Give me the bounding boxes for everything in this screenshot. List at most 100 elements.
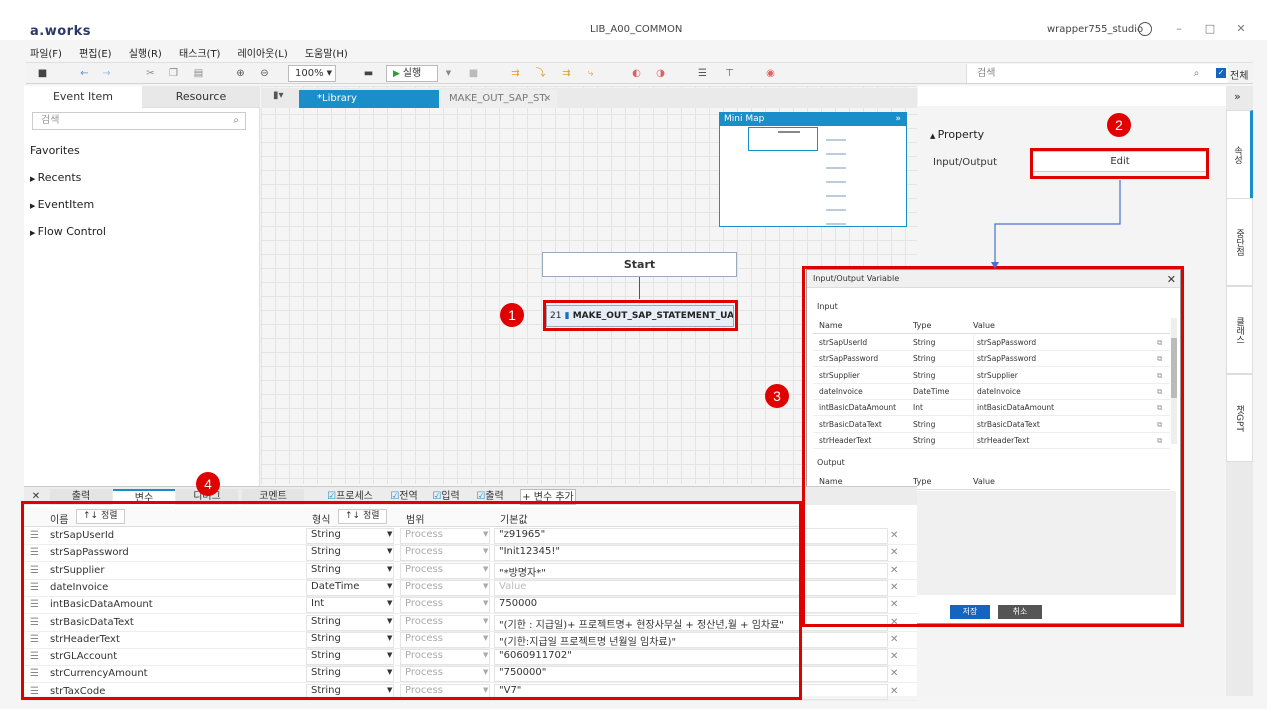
variable-default-value[interactable]: "6060911702" <box>494 649 888 666</box>
variable-name[interactable]: strCurrencyAmount <box>50 668 148 679</box>
drag-handle-icon[interactable]: ☰ <box>30 686 39 697</box>
input-row[interactable]: intBasicDataAmount Int intBasicDataAmount ⧉ <box>813 400 1170 417</box>
tab-output[interactable]: 출력 <box>50 489 112 505</box>
input-row-value[interactable]: strSapPassword <box>973 335 1153 351</box>
clear-breakpoint-icon[interactable]: ◑ <box>654 67 667 80</box>
variable-default-value[interactable]: "V7" <box>494 683 888 700</box>
variable-type-select[interactable]: String ▼ <box>306 528 394 544</box>
variable-default-value[interactable]: "(기한:지급일 프로젝트명 년월일 임차료)" <box>494 631 888 648</box>
property-header[interactable]: ▲ Property <box>930 128 984 141</box>
variable-type-select[interactable]: String ▼ <box>306 545 394 562</box>
align-top-icon[interactable]: ⊤ <box>723 67 736 80</box>
variable-scope-select[interactable]: Process ▼ <box>400 545 490 562</box>
open-editor-icon[interactable]: ⧉ <box>1157 433 1162 449</box>
drag-handle-icon[interactable]: ☰ <box>30 617 39 628</box>
delete-icon[interactable]: ✕ <box>890 582 898 593</box>
check-input[interactable]: ☑입력 <box>428 489 464 505</box>
vtab-chatgpt[interactable]: 챗GPT <box>1226 374 1253 462</box>
variable-scope-select[interactable]: Process ▼ <box>400 528 490 544</box>
drag-handle-icon[interactable]: ☰ <box>30 530 39 541</box>
zoom-out-icon[interactable]: ⊖ <box>258 67 271 80</box>
drag-handle-icon[interactable]: ☰ <box>30 599 39 610</box>
user-avatar-icon[interactable] <box>1138 22 1152 36</box>
delete-icon[interactable]: ✕ <box>890 651 898 662</box>
input-row[interactable]: strHeaderText String strHeaderText ⧉ <box>813 432 1170 449</box>
tree-eventitem[interactable]: ▶ EventItem <box>30 198 94 211</box>
input-row[interactable]: strSupplier String strSupplier ⧉ <box>813 367 1170 384</box>
drag-handle-icon[interactable]: ☰ <box>30 582 39 593</box>
variable-row[interactable]: ☰ strSapPassword String ▼ Process ▼ "Init12345… <box>24 545 917 563</box>
step-back-icon[interactable]: ⤷ <box>584 67 597 80</box>
tab-variables[interactable]: 변수 <box>113 489 175 505</box>
variable-name[interactable]: intBasicDataAmount <box>50 599 153 610</box>
zoom-select[interactable]: 100% ▼ <box>288 65 336 82</box>
variable-name[interactable]: strSupplier <box>50 565 104 576</box>
vtab-property[interactable]: 속성 <box>1226 110 1253 200</box>
variable-type-select[interactable]: String ▼ <box>306 614 394 631</box>
cancel-button[interactable]: 취소 <box>998 605 1042 619</box>
variable-scope-select[interactable]: Process ▼ <box>400 649 490 666</box>
record-icon[interactable]: ◉ <box>764 67 777 80</box>
variable-name[interactable]: strHeaderText <box>50 634 120 645</box>
document-icon[interactable]: ▮▾ <box>273 90 284 101</box>
run-dropdown-icon[interactable]: ▼ <box>442 67 455 80</box>
variable-row[interactable]: ☰ strSapUserId String ▼ Process ▼ "z91965" ✕ <box>24 528 917 545</box>
paste-icon[interactable]: ▤ <box>192 67 205 80</box>
sort-name-button[interactable]: ↑↓ 정렬 <box>76 509 125 524</box>
process-node[interactable]: 21 ▮ MAKE_OUT_SAP_STATEMENT_UAH <box>546 305 734 327</box>
check-global[interactable]: ☑전역 <box>386 489 422 505</box>
copy-icon[interactable]: ❐ <box>167 67 180 80</box>
close-tab-icon[interactable]: ✕ <box>543 90 551 108</box>
variable-type-select[interactable]: Int ▼ <box>306 597 394 614</box>
back-arrow-icon[interactable]: ← <box>78 67 91 80</box>
search-icon[interactable]: ⌕ <box>1190 67 1203 80</box>
input-row-value[interactable]: strHeaderText <box>973 432 1153 449</box>
variable-row[interactable]: ☰ strCurrencyAmount String ▼ Process ▼ "750000… <box>24 666 917 684</box>
sort-type-button[interactable]: ↑↓ 정렬 <box>338 509 387 524</box>
drag-handle-icon[interactable]: ☰ <box>30 634 39 645</box>
variable-name[interactable]: strSapUserId <box>50 530 114 541</box>
open-editor-icon[interactable]: ⧉ <box>1157 417 1162 433</box>
variable-row[interactable]: ☰ strBasicDataText String ▼ Process ▼ "(기한 : 지… <box>24 614 917 632</box>
tab-make-out-sap[interactable]: MAKE_OUT_SAP_ST. ✕ <box>441 90 557 108</box>
drag-handle-icon[interactable]: ☰ <box>30 668 39 679</box>
variable-row[interactable]: ☰ strGLAccount String ▼ Process ▼ "6060911702"… <box>24 649 917 667</box>
drag-handle-icon[interactable]: ☰ <box>30 547 39 558</box>
variable-type-select[interactable]: String ▼ <box>306 631 394 648</box>
variable-default-value[interactable]: "z91965" <box>494 528 888 544</box>
vtab-breakpoint[interactable]: 중단점 <box>1226 198 1253 286</box>
tree-favorites[interactable]: Favorites <box>30 144 80 157</box>
minimize-button[interactable]: – <box>1170 22 1188 36</box>
variable-name[interactable]: strSapPassword <box>50 547 129 558</box>
save-button[interactable]: 저장 <box>950 605 990 619</box>
tree-recents[interactable]: ▶ Recents <box>30 171 81 184</box>
input-scrollbar[interactable] <box>1171 318 1177 444</box>
variable-row[interactable]: ☰ strTaxCode String ▼ Process ▼ "V7" ✕ <box>24 683 917 701</box>
close-icon[interactable]: ✕ <box>1167 271 1176 289</box>
open-editor-icon[interactable]: ⧉ <box>1157 400 1162 416</box>
check-output[interactable]: ☑출력 <box>472 489 508 505</box>
variable-type-select[interactable]: String ▼ <box>306 683 394 700</box>
input-row[interactable]: strBasicDataText String strBasicDataText ⧉ <box>813 416 1170 433</box>
variable-name[interactable]: strGLAccount <box>50 651 117 662</box>
maximize-button[interactable]: □ <box>1201 22 1219 36</box>
tab-library[interactable]: *Library <box>299 90 439 108</box>
delete-icon[interactable]: ✕ <box>890 668 898 679</box>
double-chevron-right-icon[interactable]: » <box>895 113 901 126</box>
variable-name[interactable]: strBasicDataText <box>50 617 134 628</box>
delete-icon[interactable]: ✕ <box>890 530 898 541</box>
variable-scope-select[interactable]: Process ▼ <box>400 562 490 579</box>
global-search-input[interactable]: 검색 <box>966 64 1228 83</box>
vtab-class[interactable]: 클래스 <box>1226 286 1253 374</box>
edit-button[interactable]: Edit <box>1032 151 1208 172</box>
drag-handle-icon[interactable]: ☰ <box>30 565 39 576</box>
variable-row[interactable]: ☰ dateInvoice DateTime ▼ Process ▼ Value ✕ <box>24 579 917 597</box>
variable-row[interactable]: ☰ strSupplier String ▼ Process ▼ "*방명자*" ✕ <box>24 562 917 580</box>
input-row-value[interactable]: strBasicDataText <box>973 416 1153 433</box>
delete-icon[interactable]: ✕ <box>890 599 898 610</box>
variable-name[interactable]: strTaxCode <box>50 686 105 697</box>
save-icon[interactable]: ■ <box>36 67 49 80</box>
input-row-value[interactable]: intBasicDataAmount <box>973 400 1153 417</box>
open-editor-icon[interactable]: ⧉ <box>1157 368 1162 384</box>
close-window-button[interactable]: ✕ <box>1232 22 1250 36</box>
